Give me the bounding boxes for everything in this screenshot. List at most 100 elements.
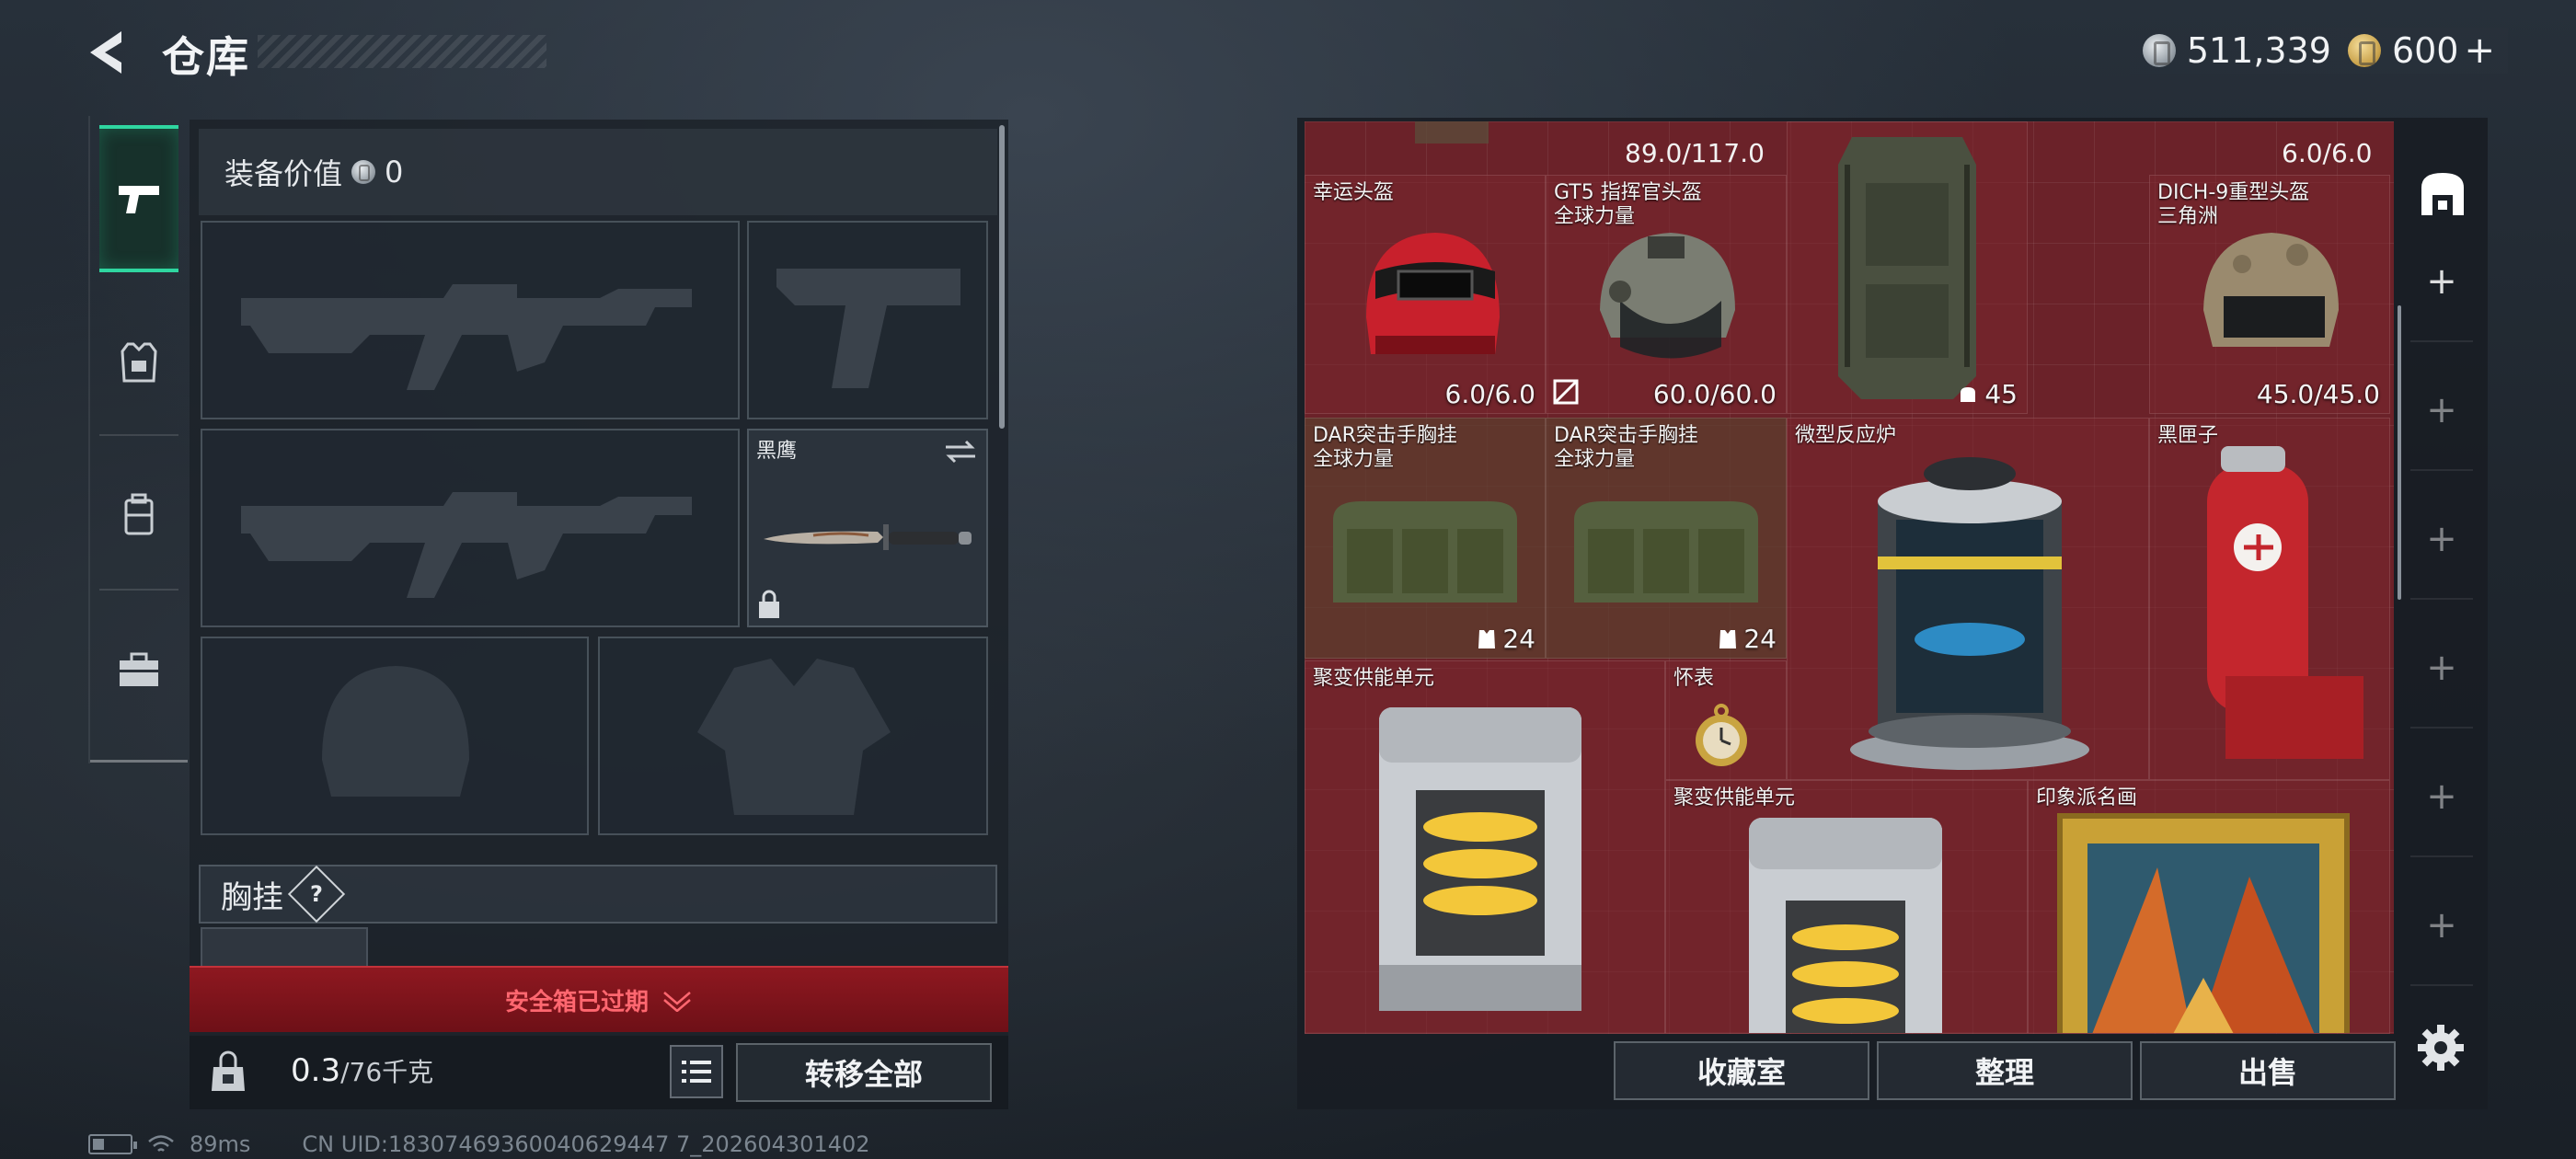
helmet-icon: [1600, 233, 1735, 359]
item-name: DAR突击手胸挂 全球力量: [1554, 424, 1698, 471]
category-weapons[interactable]: [99, 125, 178, 272]
item-card[interactable]: 幸运头盔 6.0/6.0: [1305, 175, 1546, 414]
storage-tab-main[interactable]: [2416, 167, 2469, 224]
bag-button[interactable]: [199, 1043, 258, 1102]
lock-icon: [759, 590, 779, 618]
safebox-expired-text: 安全箱已过期: [504, 988, 649, 1016]
helmet-silhouette-icon: [322, 666, 469, 797]
reactor-icon: [1850, 457, 2089, 770]
add-premium-icon[interactable]: +: [2464, 29, 2495, 72]
rail-separator: [99, 434, 178, 436]
backpack-icon: [124, 493, 154, 535]
category-armor[interactable]: [99, 289, 178, 436]
user-uid: CN UID:18307469360040629447 7_2026043014…: [302, 1131, 870, 1157]
item-card[interactable]: 聚变供能单元: [1665, 780, 2028, 1034]
item-name: 聚变供能单元: [1313, 667, 1435, 690]
premium-balance[interactable]: 600 +: [2347, 29, 2495, 72]
rifle-silhouette-icon: [241, 492, 692, 598]
ping-readout: 89ms: [190, 1131, 251, 1157]
chest-rig-icon: [1333, 501, 1517, 602]
list-view-button[interactable]: [670, 1045, 723, 1098]
primary-weapon-slot[interactable]: [201, 221, 740, 419]
item-name: 怀表: [1673, 667, 1715, 690]
weight-capacity: /76千克: [340, 1057, 434, 1087]
coin-icon: [351, 160, 376, 184]
list-icon: [682, 1061, 711, 1083]
category-toolbox[interactable]: [99, 596, 178, 743]
item-card[interactable]: GT5 指挥官头盔 全球力量 60.0/60.0: [1546, 175, 1787, 414]
item-card[interactable]: 微型反应炉: [1787, 418, 2149, 780]
painting-icon: [2057, 813, 2350, 1033]
item-name: 微型反应炉: [1795, 424, 1897, 447]
fusion-cell-icon: [1379, 707, 1581, 1011]
helmet-slot[interactable]: [201, 637, 589, 835]
sell-button[interactable]: 出售: [2140, 1041, 2396, 1100]
item-durability: 60.0/60.0: [1652, 379, 1777, 409]
partial-item[interactable]: [1415, 121, 1489, 143]
backpack-icon: [1838, 137, 1976, 399]
premium-coin-icon: [2347, 34, 2381, 67]
category-rail: [88, 116, 188, 763]
item-card[interactable]: 黑匣子: [2149, 418, 2390, 780]
item-durability: 6.0/6.0: [1444, 379, 1536, 409]
storage-actions: 收藏室 整理 出售: [1614, 1041, 2396, 1100]
item-name: DAR突击手胸挂 全球力量: [1313, 424, 1457, 471]
weight-current: 0.3: [291, 1052, 341, 1089]
item-card[interactable]: DICH-9重型头盔 三角洲 45.0/45.0: [2149, 175, 2390, 414]
add-storage-tab[interactable]: +: [2410, 223, 2473, 342]
melee-slot[interactable]: 黑鹰: [747, 429, 988, 627]
vest-small-icon: [1719, 629, 1737, 648]
capacity-icon: [1961, 386, 1976, 402]
battery-icon: [88, 1134, 137, 1154]
storage-scrollbar[interactable]: [2398, 305, 2401, 600]
help-icon[interactable]: ?: [287, 865, 346, 924]
rifle-silhouette-icon: [241, 284, 692, 390]
item-card[interactable]: 怀表: [1665, 660, 1787, 780]
equipment-panel: 装备价值 0 黑鹰 胸挂 ? 安全箱已过期 0.3/76千克 转移全部: [190, 120, 1008, 1109]
chest-rig-icon: [1574, 501, 1758, 602]
coin-balance: 511,339: [2142, 30, 2331, 71]
chest-rig-header: 胸挂 ?: [199, 865, 997, 924]
pocket-watch-icon: [1696, 704, 1747, 766]
armor-slot[interactable]: [598, 637, 988, 835]
black-box-icon: [2207, 446, 2363, 759]
item-name: 聚变供能单元: [1673, 786, 1796, 809]
item-card[interactable]: DAR突击手胸挂 全球力量 24: [1546, 418, 1787, 659]
add-storage-tab[interactable]: +: [2410, 866, 2473, 986]
back-button[interactable]: [85, 28, 131, 77]
item-name: 黑匣子: [2157, 424, 2219, 447]
sidearm-slot[interactable]: [747, 221, 988, 419]
add-storage-tab[interactable]: +: [2410, 738, 2473, 857]
item-card[interactable]: 45: [1787, 121, 2028, 414]
item-card[interactable]: 印象派名画: [2028, 780, 2390, 1034]
transfer-all-button[interactable]: 转移全部: [736, 1043, 992, 1102]
chest-rig-label: 胸挂: [221, 878, 283, 916]
secondary-weapon-slot[interactable]: [201, 429, 740, 627]
settings-button[interactable]: [2416, 1023, 2466, 1076]
knife-icon: [764, 524, 972, 550]
swap-icon[interactable]: [944, 438, 977, 465]
pistol-icon: [119, 186, 159, 213]
item-card[interactable]: 聚变供能单元: [1305, 660, 1665, 1034]
add-storage-tab[interactable]: +: [2410, 480, 2473, 600]
equipment-value-label: 装备价值: [224, 156, 343, 191]
vest-silhouette-icon: [697, 659, 891, 815]
capacity-footer: 0.3/76千克 转移全部: [190, 1036, 1008, 1109]
item-capacity: 24: [1718, 624, 1777, 654]
equipment-value: 0: [385, 155, 404, 189]
rail-separator: [99, 589, 178, 591]
add-storage-tab[interactable]: +: [2410, 351, 2473, 471]
sort-button[interactable]: 整理: [1877, 1041, 2133, 1100]
panel-scrollbar[interactable]: [999, 125, 1005, 429]
currency-display: 511,339 600 +: [2129, 28, 2508, 74]
storage-grid[interactable]: 89.0/117.0 6.0/6.0 幸运头盔 6.0/6.0 GT5 指挥官头…: [1305, 121, 2394, 1034]
storage-tab-icon: [2421, 173, 2464, 215]
item-card[interactable]: DAR突击手胸挂 全球力量 24: [1305, 418, 1546, 659]
vest-icon: [121, 342, 157, 383]
item-name: 幸运头盔: [1313, 181, 1395, 204]
add-storage-tab[interactable]: +: [2410, 609, 2473, 729]
category-backpack[interactable]: [99, 442, 178, 589]
safebox-expired-banner[interactable]: 安全箱已过期: [190, 966, 1008, 1032]
coin-icon: [2142, 34, 2176, 67]
collection-room-button[interactable]: 收藏室: [1614, 1041, 1869, 1100]
